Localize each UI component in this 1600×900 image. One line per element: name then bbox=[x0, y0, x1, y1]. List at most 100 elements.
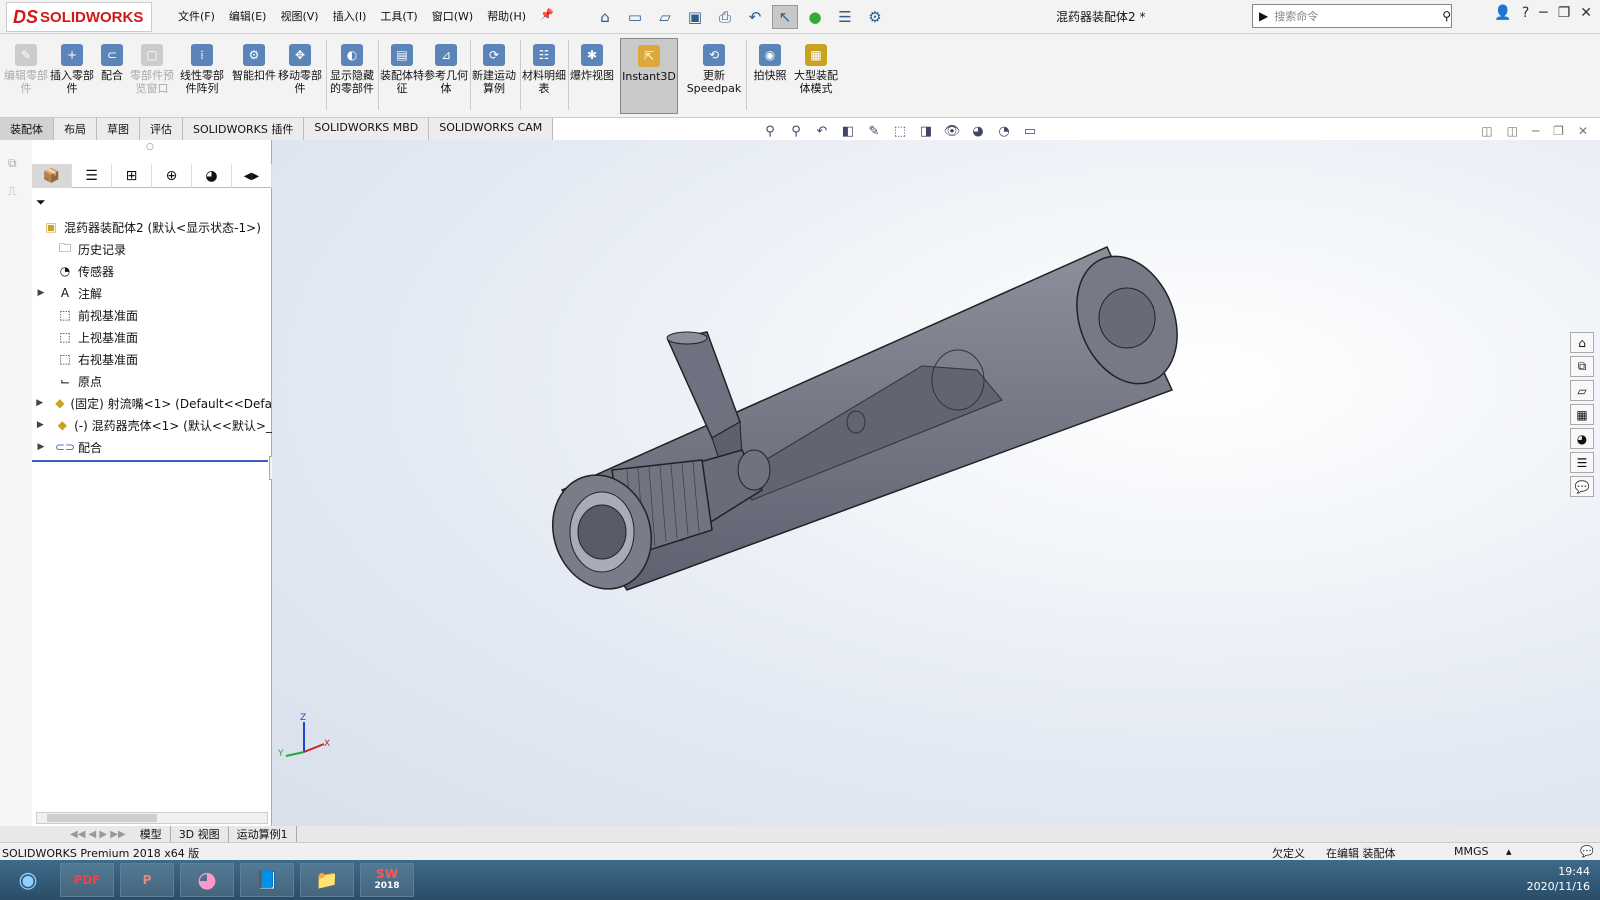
design-library-icon[interactable]: ⧉ bbox=[1570, 356, 1594, 377]
instant3d-button[interactable]: ⇱ Instant3D bbox=[620, 38, 678, 114]
close-icon[interactable]: ✕ bbox=[1580, 5, 1592, 21]
menu-file[interactable]: 文件(F) bbox=[178, 8, 215, 24]
select-cursor-icon[interactable]: ↖ bbox=[772, 5, 798, 29]
home-icon[interactable]: ⌂ bbox=[592, 5, 618, 29]
undo-icon[interactable]: ↶ bbox=[742, 5, 768, 29]
menu-tools[interactable]: 工具(T) bbox=[380, 8, 417, 24]
rebuild-traffic-light-icon[interactable]: ● bbox=[802, 5, 828, 29]
taskbar-solidworks[interactable]: SW 2018 bbox=[360, 863, 414, 897]
menu-view[interactable]: 视图(V) bbox=[280, 8, 318, 24]
file-explorer-icon[interactable]: ▱ bbox=[1570, 380, 1594, 401]
tab-solidworks-mbd[interactable]: SOLIDWORKS MBD bbox=[304, 118, 430, 140]
section-view-icon[interactable]: ◧ bbox=[838, 122, 858, 140]
taskbar-pdf-app[interactable]: PDF bbox=[60, 863, 114, 897]
view-settings-icon[interactable]: ▭ bbox=[1020, 122, 1040, 140]
panel-horizontal-scrollbar[interactable] bbox=[36, 812, 268, 824]
tree-root[interactable]: ▣ 混药器装配体2 (默认<显示状态-1>) bbox=[32, 216, 272, 238]
tab-scroll-arrows[interactable]: ◀◀ ◀ ▶ ▶▶ bbox=[70, 829, 126, 840]
tab-feature-manager[interactable]: 📦 bbox=[32, 164, 72, 188]
menu-window[interactable]: 窗口(W) bbox=[432, 8, 473, 24]
clock-date[interactable]: 2020/11/16 bbox=[1430, 879, 1590, 894]
taskbar-browser[interactable]: ◕ bbox=[180, 863, 234, 897]
bill-of-materials-button[interactable]: ☷ 材料明细表 bbox=[522, 38, 566, 114]
edit-appearance-icon[interactable]: ◕ bbox=[968, 122, 988, 140]
assembly-model[interactable]: Z X Y bbox=[272, 140, 1600, 826]
appearances-icon[interactable]: ◕ bbox=[1570, 428, 1594, 449]
hide-show-items-icon[interactable]: 👁 bbox=[942, 122, 962, 140]
user-icon[interactable]: 👤 bbox=[1494, 5, 1511, 21]
viewport-restore-icon[interactable]: ❐ bbox=[1553, 124, 1564, 138]
viewport-close-icon[interactable]: ✕ bbox=[1578, 124, 1588, 138]
display-style-icon[interactable]: ◨ bbox=[916, 122, 936, 140]
tree-item-nozzle[interactable]: ▶ ◆ (固定) 射流嘴<1> (Default<<Defa bbox=[32, 392, 272, 414]
help-icon[interactable]: ? bbox=[1522, 5, 1529, 21]
solidworks-logo[interactable]: DS SOLIDWORKS bbox=[6, 2, 152, 32]
forum-icon[interactable]: 💬 bbox=[1570, 476, 1594, 497]
assembly-features-button[interactable]: ▤ 装配体特征 bbox=[380, 38, 424, 114]
menu-insert[interactable]: 插入(I) bbox=[333, 8, 367, 24]
tab-configuration-manager[interactable]: ⊞ bbox=[112, 164, 152, 188]
expand-arrow-icon[interactable]: ▶ bbox=[36, 288, 46, 298]
tree-item-annotations[interactable]: ▶ A 注解 bbox=[32, 282, 272, 304]
options-gear-icon[interactable]: ⚙ bbox=[862, 5, 888, 29]
graphics-viewport[interactable]: Z X Y ⌂ ⧉ ▱ ▦ ◕ ☰ 💬 bbox=[272, 140, 1600, 826]
panel-tab-arrows[interactable]: ◀ ▶ bbox=[232, 164, 272, 188]
take-snapshot-button[interactable]: ◉ 拍快照 bbox=[748, 38, 792, 114]
previous-view-icon[interactable]: ↶ bbox=[812, 122, 832, 140]
taskbar-file-explorer[interactable]: 📁 bbox=[300, 863, 354, 897]
tab-property-manager[interactable]: ☰ bbox=[72, 164, 112, 188]
view-palette-icon[interactable]: ▦ bbox=[1570, 404, 1594, 425]
zoom-to-fit-icon[interactable]: ⚲ bbox=[760, 122, 780, 140]
file-properties-icon[interactable]: ☰ bbox=[832, 5, 858, 29]
tab-display-manager[interactable]: ◕ bbox=[192, 164, 232, 188]
tab-model[interactable]: 模型 bbox=[132, 826, 171, 842]
expand-arrow-icon[interactable]: ▶ bbox=[36, 442, 46, 452]
status-chat-icon[interactable]: 💬 bbox=[1580, 845, 1594, 858]
open-icon[interactable]: ▱ bbox=[652, 5, 678, 29]
menu-edit[interactable]: 编辑(E) bbox=[229, 8, 267, 24]
tab-3d-view[interactable]: 3D 视图 bbox=[171, 826, 229, 842]
design-library-icon[interactable]: ⧉ bbox=[8, 156, 17, 171]
save-icon[interactable]: ▣ bbox=[682, 5, 708, 29]
tree-item-sensors[interactable]: ◔ 传感器 bbox=[32, 260, 272, 282]
linear-pattern-button[interactable]: ⁞ 线性零部件阵列 bbox=[180, 38, 224, 114]
tree-item-housing[interactable]: ▶ ◆ (-) 混药器壳体<1> (默认<<默认>_ bbox=[32, 414, 272, 436]
viewport-minimize-icon[interactable]: ─ bbox=[1532, 124, 1539, 138]
start-button[interactable]: ◉ bbox=[4, 863, 52, 897]
menu-help[interactable]: 帮助(H) bbox=[487, 8, 526, 24]
insert-components-button[interactable]: + 插入零部件 bbox=[50, 38, 94, 114]
tab-solidworks-addins[interactable]: SOLIDWORKS 插件 bbox=[183, 118, 305, 140]
expand-arrow-icon[interactable]: ▶ bbox=[36, 420, 45, 430]
dynamic-annotation-icon[interactable]: ✎ bbox=[864, 122, 884, 140]
apply-scene-icon[interactable]: ◔ bbox=[994, 122, 1014, 140]
scrollbar-thumb[interactable] bbox=[47, 814, 157, 822]
tree-item-mates[interactable]: ▶ ⊂⊃ 配合 bbox=[32, 436, 272, 458]
search-input[interactable]: 搜索命令 bbox=[1274, 8, 1436, 24]
rollback-bar[interactable] bbox=[32, 458, 268, 462]
component-preview-button[interactable]: ▢ 零部件预览窗口 bbox=[130, 38, 174, 114]
reference-geometry-button[interactable]: ⊿ 参考几何体 bbox=[424, 38, 468, 114]
tree-item-right-plane[interactable]: ⬚ 右视基准面 bbox=[32, 348, 272, 370]
mate-button[interactable]: ⊂ 配合 bbox=[90, 38, 134, 114]
print-icon[interactable]: ⎙ bbox=[712, 5, 738, 29]
large-assembly-mode-button[interactable]: ▦ 大型装配体模式 bbox=[794, 38, 838, 114]
tab-motion-study[interactable]: 运动算例1 bbox=[229, 826, 297, 842]
show-hidden-components-button[interactable]: ◐ 显示隐藏的零部件 bbox=[330, 38, 374, 114]
unit-menu-arrow-icon[interactable]: ▴ bbox=[1506, 845, 1512, 858]
tab-layout[interactable]: 布局 bbox=[54, 118, 97, 140]
tab-assembly[interactable]: 装配体 bbox=[0, 118, 54, 140]
pin-icon[interactable]: 📌 bbox=[540, 8, 554, 24]
new-motion-study-button[interactable]: ⟳ 新建运动算例 bbox=[472, 38, 516, 114]
clock-time[interactable]: 19:44 bbox=[1430, 864, 1590, 879]
move-component-button[interactable]: ✥ 移动零部件 bbox=[278, 38, 322, 114]
tree-filter[interactable]: ⏷ bbox=[36, 192, 268, 212]
new-document-icon[interactable]: ▭ bbox=[622, 5, 648, 29]
update-speedpak-button[interactable]: ⟲ 更新Speedpak bbox=[686, 38, 742, 114]
expand-arrow-icon[interactable]: ▶ bbox=[36, 398, 43, 408]
tab-dimxpert[interactable]: ⊕ bbox=[152, 164, 192, 188]
search-commands[interactable]: ▶ 搜索命令 ⚲ bbox=[1252, 4, 1452, 28]
search-icon[interactable]: ⚲ bbox=[1442, 9, 1451, 23]
collapse-left-icon[interactable]: ◫ bbox=[1481, 124, 1492, 138]
tree-item-top-plane[interactable]: ⬚ 上视基准面 bbox=[32, 326, 272, 348]
taskbar-powerpoint[interactable]: P bbox=[120, 863, 174, 897]
